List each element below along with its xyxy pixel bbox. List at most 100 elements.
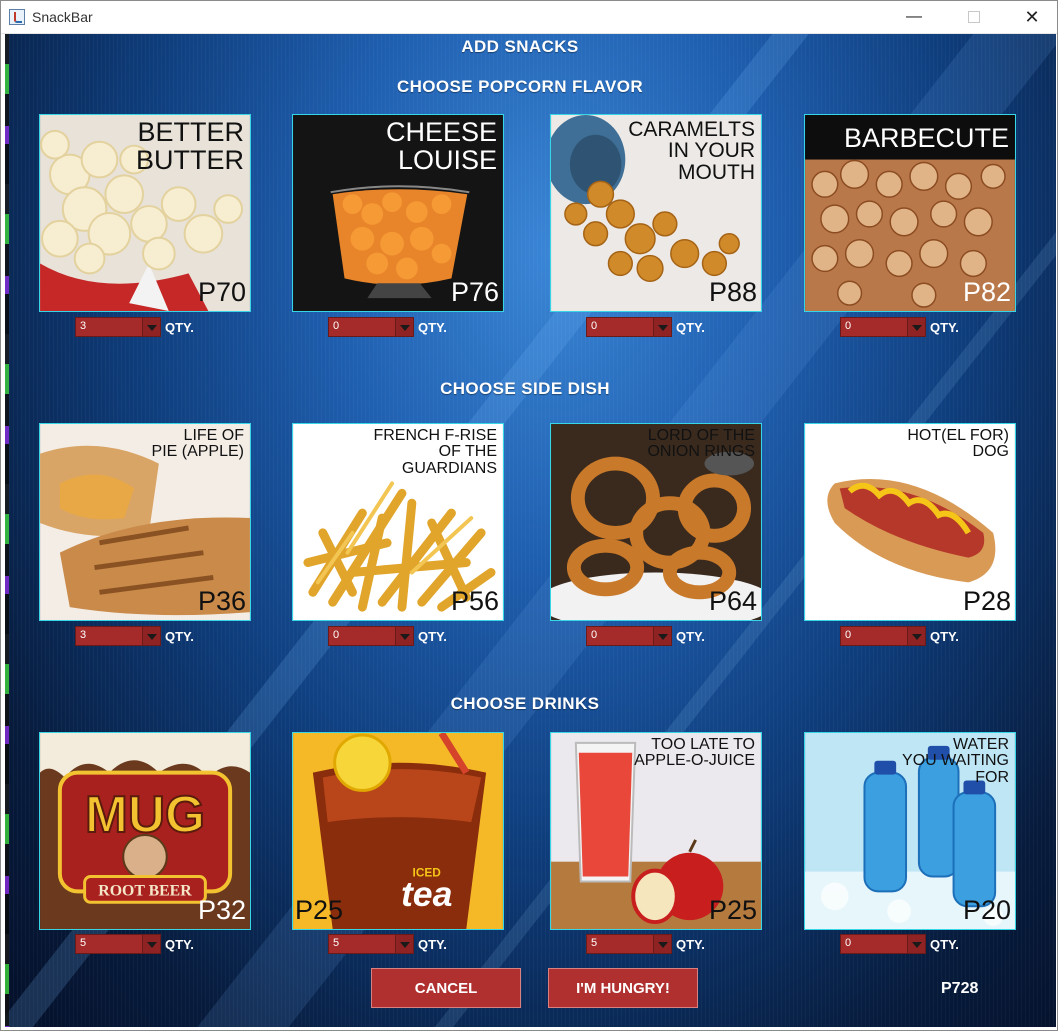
qty-label: QTY. xyxy=(930,937,959,952)
title-bar: SnackBar — ✕ xyxy=(1,1,1057,34)
popcorn-card-butter[interactable]: BETTER BUTTER P70 xyxy=(39,114,251,312)
snack-name: BETTER BUTTER xyxy=(136,117,244,175)
snack-price: P25 xyxy=(295,895,344,925)
snack-price: P64 xyxy=(708,586,757,616)
qty-label: QTY. xyxy=(165,937,194,952)
maximize-icon xyxy=(968,11,980,23)
qty-value: 0 xyxy=(333,320,340,332)
qty-value: 5 xyxy=(591,937,598,949)
drink-card-water[interactable]: WATER YOU WAITING FOR P20 xyxy=(804,732,1016,930)
qty-value: 0 xyxy=(333,629,340,641)
qty-label: QTY. xyxy=(676,320,705,335)
qty-dropdown[interactable]: 3 xyxy=(75,626,161,646)
chevron-down-icon[interactable] xyxy=(395,935,413,953)
qty-label: QTY. xyxy=(418,937,447,952)
qty-value: 3 xyxy=(80,320,87,332)
snack-name: CHEESE LOUISE xyxy=(385,117,497,175)
snack-name: HOT(EL FOR) DOG xyxy=(907,427,1009,461)
snack-name: BARBECUTE xyxy=(843,123,1009,153)
chevron-down-icon[interactable] xyxy=(907,935,925,953)
minimize-button[interactable]: — xyxy=(891,1,937,33)
chevron-down-icon[interactable] xyxy=(395,318,413,336)
snack-name: CARAMELTS IN YOUR MOUTH xyxy=(628,118,755,184)
qty-dropdown[interactable]: 0 xyxy=(840,317,926,337)
chevron-down-icon[interactable] xyxy=(653,935,671,953)
im-hungry-button[interactable]: I'M HUNGRY! xyxy=(548,968,698,1008)
qty-dropdown[interactable]: 0 xyxy=(586,317,672,337)
chevron-down-icon[interactable] xyxy=(653,627,671,645)
snack-price: P36 xyxy=(197,586,246,616)
root-beer-logo-text: ROOT BEER xyxy=(98,882,192,899)
chevron-down-icon[interactable] xyxy=(142,935,160,953)
drink-card-apple-juice[interactable]: TOO LATE TO APPLE-O-JUICE P25 xyxy=(550,732,762,930)
side-card-onion-rings[interactable]: LORD OF THE ONION RINGS P64 xyxy=(550,423,762,621)
chevron-down-icon[interactable] xyxy=(142,627,160,645)
qty-dropdown[interactable]: 0 xyxy=(328,317,414,337)
snackbar-window: SnackBar — ✕ ADD SNACKS CHOOSE POPCORN F… xyxy=(0,0,1058,1031)
qty-label: QTY. xyxy=(676,629,705,644)
qty-label: QTY. xyxy=(930,320,959,335)
qty-dropdown[interactable]: 0 xyxy=(840,934,926,954)
qty-label: QTY. xyxy=(165,320,194,335)
qty-label: QTY. xyxy=(930,629,959,644)
qty-dropdown[interactable]: 0 xyxy=(328,626,414,646)
chevron-down-icon[interactable] xyxy=(653,318,671,336)
chevron-down-icon[interactable] xyxy=(142,318,160,336)
total-price: P728 xyxy=(941,980,979,997)
qty-dropdown[interactable]: 5 xyxy=(586,934,672,954)
popcorn-heading: CHOOSE POPCORN FLAVOR xyxy=(396,77,644,96)
side-dish-heading: CHOOSE SIDE DISH xyxy=(440,379,610,398)
snack-panel: ADD SNACKS CHOOSE POPCORN FLAVOR BETTER … xyxy=(5,34,1056,1027)
qty-label: QTY. xyxy=(418,629,447,644)
snack-price: P32 xyxy=(197,895,246,925)
snack-price: P88 xyxy=(708,277,757,307)
qty-value: 0 xyxy=(845,937,852,949)
add-snacks-heading: ADD SNACKS xyxy=(461,37,579,56)
left-edge-strip xyxy=(5,34,9,1027)
qty-value: 5 xyxy=(333,937,340,949)
qty-value: 3 xyxy=(80,629,87,641)
snack-price: P25 xyxy=(708,895,757,925)
qty-label: QTY. xyxy=(418,320,447,335)
chevron-down-icon[interactable] xyxy=(907,318,925,336)
side-card-hotdog[interactable]: HOT(EL FOR) DOG P28 xyxy=(804,423,1016,621)
snack-price: P20 xyxy=(962,895,1011,925)
snack-name: LIFE OF PIE (APPLE) xyxy=(151,427,244,461)
qty-value: 5 xyxy=(80,937,87,949)
chevron-down-icon[interactable] xyxy=(395,627,413,645)
popcorn-card-caramel[interactable]: CARAMELTS IN YOUR MOUTH P88 xyxy=(550,114,762,312)
qty-value: 0 xyxy=(591,320,598,332)
qty-value: 0 xyxy=(845,629,852,641)
snack-price: P56 xyxy=(450,586,499,616)
popcorn-card-cheese[interactable]: CHEESE LOUISE P76 xyxy=(292,114,504,312)
drink-card-root-beer[interactable]: MUG ROOT BEER P32 xyxy=(39,732,251,930)
qty-dropdown[interactable]: 0 xyxy=(586,626,672,646)
qty-dropdown[interactable]: 5 xyxy=(75,934,161,954)
snack-price: P82 xyxy=(962,277,1011,307)
java-app-icon xyxy=(9,9,25,25)
snack-name: LORD OF THE ONION RINGS xyxy=(647,427,755,461)
side-card-apple-pie[interactable]: LIFE OF PIE (APPLE) P36 xyxy=(39,423,251,621)
qty-label: QTY. xyxy=(676,937,705,952)
qty-dropdown[interactable]: 3 xyxy=(75,317,161,337)
snack-name: FRENCH F-RISE OF THE GUARDIANS xyxy=(373,427,497,477)
popcorn-card-barbecue[interactable]: BARBECUTE P82 xyxy=(804,114,1016,312)
snack-price: P76 xyxy=(450,277,499,307)
side-card-fries[interactable]: FRENCH F-RISE OF THE GUARDIANS P56 xyxy=(292,423,504,621)
cancel-button[interactable]: CANCEL xyxy=(371,968,521,1008)
maximize-button[interactable] xyxy=(951,1,997,33)
snack-price: P70 xyxy=(197,277,246,307)
snack-name: TOO LATE TO APPLE-O-JUICE xyxy=(634,736,755,770)
qty-dropdown[interactable]: 0 xyxy=(840,626,926,646)
chevron-down-icon[interactable] xyxy=(907,627,925,645)
snack-name: WATER YOU WAITING FOR xyxy=(902,736,1009,786)
drink-card-iced-tea[interactable]: ICED tea P25 xyxy=(292,732,504,930)
qty-value: 0 xyxy=(845,320,852,332)
close-button[interactable]: ✕ xyxy=(1009,1,1055,33)
tea-logo-text: tea xyxy=(401,874,453,914)
qty-label: QTY. xyxy=(165,629,194,644)
qty-value: 0 xyxy=(591,629,598,641)
qty-dropdown[interactable]: 5 xyxy=(328,934,414,954)
drinks-heading: CHOOSE DRINKS xyxy=(450,694,600,713)
window-title: SnackBar xyxy=(32,9,93,25)
